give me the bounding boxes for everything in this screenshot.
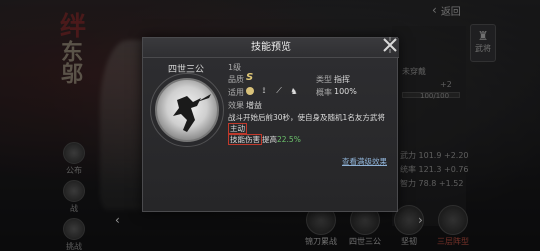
desc-part1: 战斗开始后前30秒，使自身及随机1名友方武将 (228, 113, 385, 122)
type-label: 类型 (316, 75, 332, 84)
bow-icon: ⟟ (262, 86, 266, 95)
horse-icon: ♞ (290, 86, 298, 96)
desc-highlight-active: 主动 (228, 123, 247, 134)
quality-label: 品质 (228, 75, 244, 84)
skill-description: 战斗开始后前30秒，使自身及随机1名友方武将主动 技能伤害 提高22.5% (228, 112, 388, 145)
close-button[interactable] (380, 35, 400, 55)
modal-title: 技能预览 (143, 38, 399, 58)
skill-emblem-icon (155, 78, 219, 142)
prev-arrow-icon[interactable]: ‹ (115, 213, 120, 227)
apply-icons: ⟟ ⟋ ♞ (246, 86, 299, 96)
skill-level: 1级 (228, 63, 242, 72)
apply-label: 适用 (228, 88, 244, 97)
effect-label: 效果 (228, 101, 244, 110)
desc-highlight-damage: 技能伤害 (228, 134, 262, 145)
close-x-icon (383, 37, 397, 53)
effect-value: 增益 (246, 101, 262, 110)
rate-value: 100% (334, 87, 357, 96)
type-value: 指挥 (334, 75, 350, 84)
rate-label: 概率 (316, 88, 332, 97)
view-max-level-link[interactable]: 查看满级效果 (342, 156, 387, 167)
desc-value: 22.5% (277, 135, 301, 144)
spear-icon: ⟋ (276, 86, 282, 95)
next-arrow-icon[interactable]: › (418, 213, 423, 227)
shield-icon (246, 87, 254, 95)
quality-value: S (246, 72, 254, 83)
desc-part2: 提高 (262, 135, 277, 144)
